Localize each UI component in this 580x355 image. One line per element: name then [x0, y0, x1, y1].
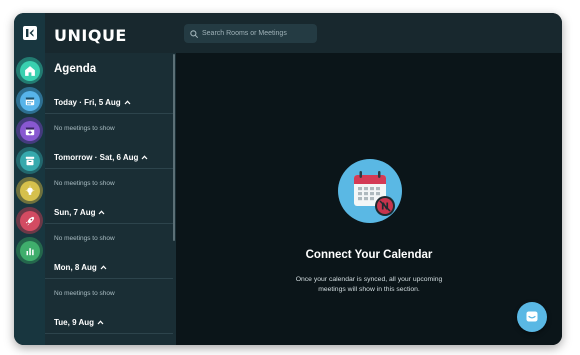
chevron-up-icon: [100, 265, 107, 270]
rail-button-calendar-add[interactable]: [16, 117, 43, 144]
main-content: N Connect Your Calendar Once your calend…: [176, 53, 562, 345]
rail-button-archive[interactable]: [16, 147, 43, 174]
no-meetings-text: No meetings to show: [54, 235, 115, 242]
connect-calendar-title: Connect Your Calendar: [305, 249, 433, 261]
connect-calendar-description: Once your calendar is synced, all your u…: [295, 276, 443, 293]
no-meetings-text: No meetings to show: [54, 125, 115, 132]
chevron-up-icon: [124, 100, 131, 105]
icon-rail: [14, 13, 45, 345]
day-header[interactable]: Mon, 8 Aug: [54, 263, 107, 272]
rocket-icon: [25, 216, 34, 226]
chat-button[interactable]: [517, 302, 547, 332]
top-bar: Search Rooms or Meetings: [176, 13, 562, 53]
day-divider: [45, 113, 173, 114]
day-label: Mon, 8 Aug: [54, 263, 97, 272]
chevron-up-icon: [142, 155, 148, 160]
chart-icon: [26, 247, 34, 255]
day-label: Today · Fri, 5 Aug: [54, 98, 121, 107]
chevron-up-icon: [97, 320, 104, 325]
day-divider: [45, 333, 173, 334]
day-header[interactable]: Tomorrow · Sat, 6 Aug: [54, 153, 148, 162]
day-header[interactable]: Sun, 7 Aug: [54, 208, 105, 217]
calendar-icon: [25, 97, 34, 105]
rail-button-lightbulb[interactable]: [16, 177, 43, 204]
app-window: UNIQUE Agenda Today · Fri, 5 Aug No meeti…: [14, 13, 562, 345]
no-meetings-text: No meetings to show: [54, 180, 115, 187]
brand-header: UNIQUE: [45, 13, 176, 53]
day-header[interactable]: Tue, 9 Aug: [54, 318, 104, 327]
agenda-scrollbar[interactable]: [173, 54, 175, 241]
lightbulb-icon: [25, 185, 34, 195]
agenda-title: Agenda: [54, 63, 97, 75]
no-meetings-text: No meetings to show: [54, 290, 115, 297]
home-icon: [24, 65, 35, 76]
agenda-panel: UNIQUE Agenda Today · Fri, 5 Aug No meeti…: [45, 13, 176, 345]
rail-button-home[interactable]: [16, 57, 43, 84]
day-label: Tue, 9 Aug: [54, 318, 94, 327]
day-divider: [45, 223, 173, 224]
search-placeholder: Search Rooms or Meetings: [202, 30, 287, 37]
day-divider: [45, 278, 173, 279]
rail-button-rocket[interactable]: [16, 207, 43, 234]
calendar-add-icon: [25, 127, 34, 135]
chat-icon: [526, 311, 538, 322]
unique-logo-icon[interactable]: [23, 26, 37, 40]
archive-icon: [25, 156, 34, 165]
day-divider: [45, 168, 173, 169]
brand-name[interactable]: UNIQUE: [54, 26, 127, 45]
rail-button-calendar[interactable]: [16, 87, 43, 114]
day-header[interactable]: Today · Fri, 5 Aug: [54, 98, 131, 107]
calendar-illustration-icon: N: [338, 159, 402, 223]
day-label: Sun, 7 Aug: [54, 208, 96, 217]
search-input[interactable]: Search Rooms or Meetings: [184, 24, 317, 43]
chevron-up-icon: [99, 210, 105, 215]
day-label: Tomorrow · Sat, 6 Aug: [54, 153, 139, 162]
search-icon: [190, 29, 198, 38]
rail-button-chart[interactable]: [16, 237, 43, 264]
